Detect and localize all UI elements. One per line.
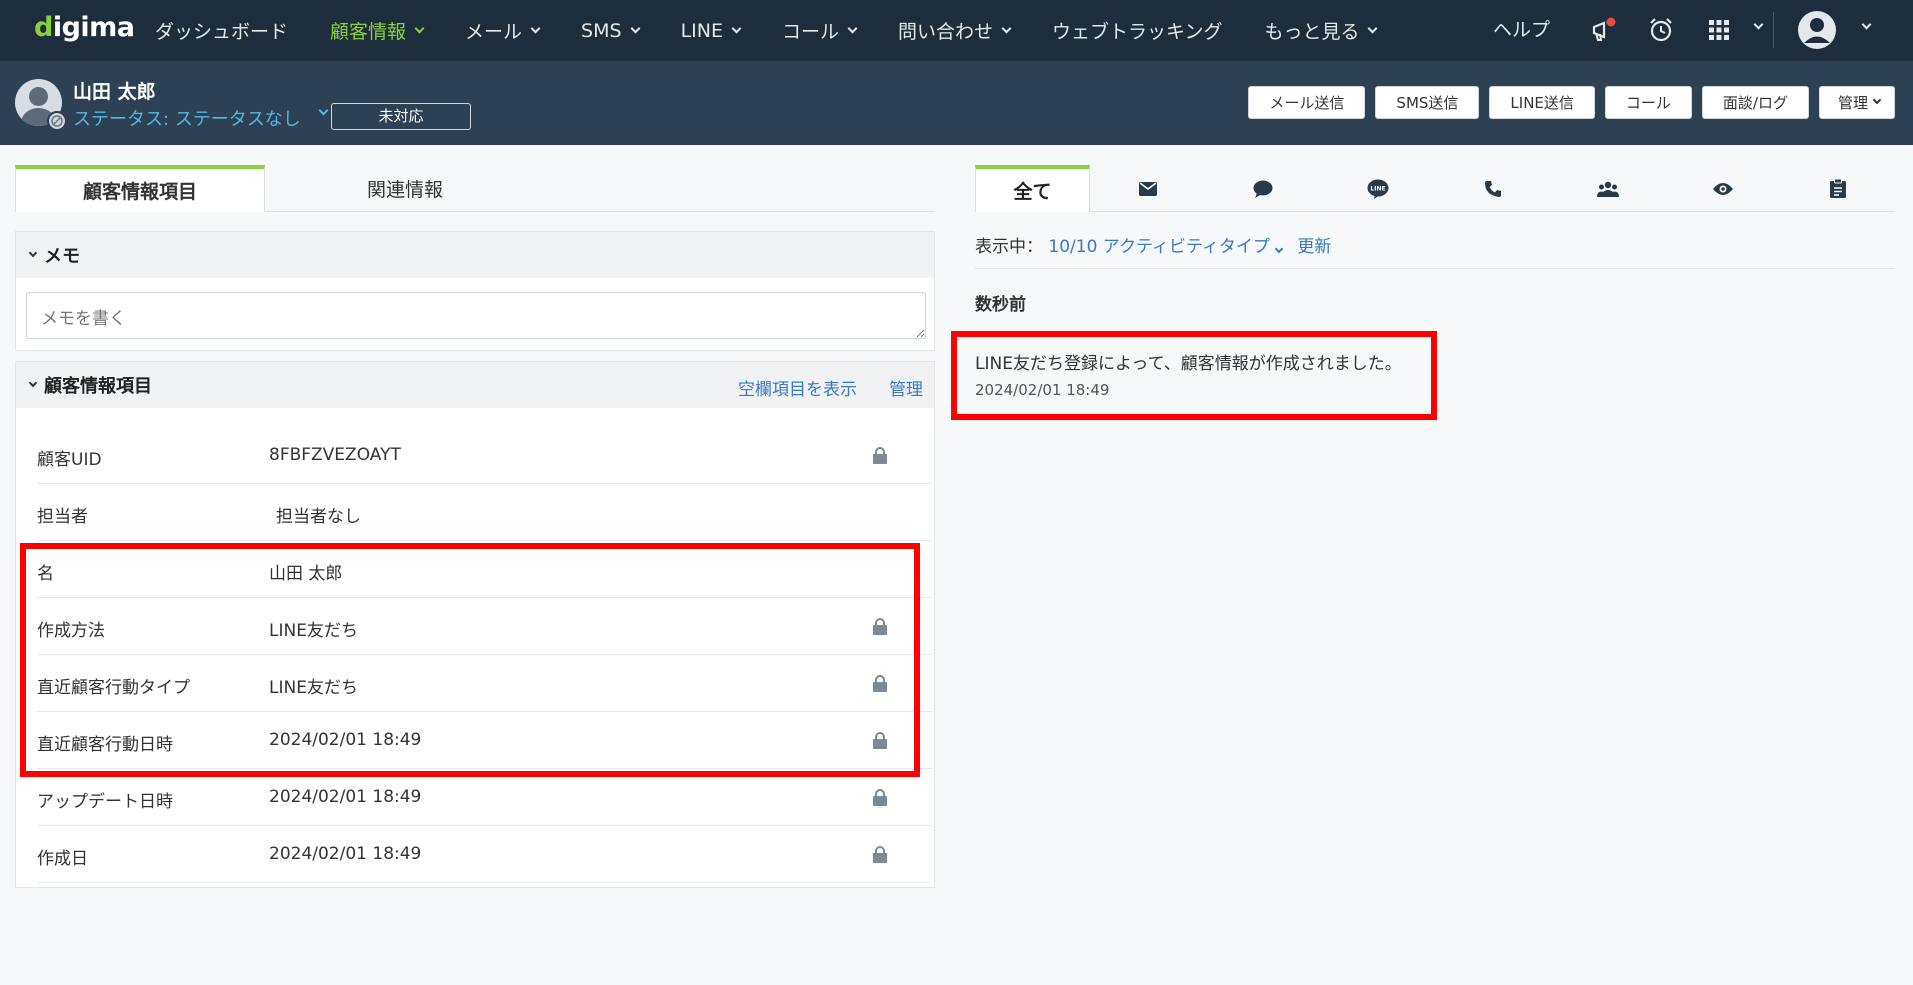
- chevron-down-icon: [847, 23, 858, 33]
- alarm-clock-icon[interactable]: [1645, 14, 1677, 46]
- send-mail-button[interactable]: メール送信: [1248, 86, 1366, 119]
- megaphone-icon[interactable]: [1588, 14, 1620, 46]
- response-status-badge[interactable]: 未対応: [331, 103, 471, 130]
- lock-icon: [873, 789, 887, 806]
- chevron-down-icon: [1872, 95, 1882, 105]
- nav-line[interactable]: LINE: [681, 20, 742, 42]
- chevron-down-icon[interactable]: [318, 105, 329, 116]
- lock-icon: [873, 846, 887, 863]
- call-button[interactable]: コール: [1604, 86, 1692, 119]
- customer-header: 山田 太郎 ステータス: ステータスなし 未対応 メール送信 SMS送信 LIN…: [0, 61, 1913, 145]
- group-icon[interactable]: [1550, 165, 1665, 212]
- chevron-down-icon[interactable]: [1861, 19, 1872, 30]
- nav-dashboard[interactable]: ダッシュボード: [155, 17, 288, 44]
- nav-call[interactable]: コール: [782, 17, 858, 44]
- nav-web-tracking[interactable]: ウェブトラッキング: [1052, 17, 1222, 44]
- left-tabs: 顧客情報項目 関連情報: [15, 165, 935, 212]
- apps-grid-icon[interactable]: [1703, 14, 1735, 46]
- highlight-box-activity: [951, 331, 1437, 420]
- user-avatar-icon[interactable]: [1795, 8, 1839, 52]
- lock-icon: [873, 447, 887, 464]
- clipboard-icon[interactable]: [1780, 165, 1895, 212]
- activity-filter: 表示中： 10/10 アクティビティタイプ 更新: [975, 237, 1332, 257]
- divider: [975, 268, 1895, 269]
- nav-more[interactable]: もっと見る: [1264, 17, 1378, 44]
- phone-icon[interactable]: [1435, 165, 1550, 212]
- chevron-down-icon: [1274, 244, 1284, 254]
- line-icon[interactable]: LINE: [1320, 165, 1435, 212]
- tab-all-activities[interactable]: 全て: [975, 165, 1090, 212]
- tab-customer-fields[interactable]: 顧客情報項目: [15, 165, 265, 212]
- mail-icon[interactable]: [1090, 165, 1205, 212]
- nav-mail[interactable]: メール: [465, 17, 541, 44]
- customer-actions: メール送信 SMS送信 LINE送信 コール 面談/ログ 管理: [1238, 86, 1895, 119]
- chevron-down-icon: [530, 23, 541, 33]
- help-link[interactable]: ヘルプ: [1493, 15, 1550, 42]
- highlight-box-fields: [20, 543, 920, 777]
- field-row-updated-at: アップデート日時 2024/02/01 18:49: [37, 769, 932, 826]
- nav-customer-info[interactable]: 顧客情報: [330, 17, 425, 44]
- chevron-down-icon: [630, 23, 641, 33]
- memo-header[interactable]: メモ: [16, 232, 934, 278]
- manage-fields-link[interactable]: 管理: [889, 375, 923, 400]
- send-sms-button[interactable]: SMS送信: [1375, 86, 1480, 119]
- meeting-log-button[interactable]: 面談/ログ: [1701, 86, 1809, 119]
- chevron-down-icon: [414, 23, 425, 33]
- chevron-down-icon: [1001, 23, 1012, 33]
- field-row-customer-uid: 顧客UID 8FBFZVEZOAYT: [37, 427, 932, 484]
- activity-entry-time: 2024/02/01 18:49: [975, 381, 1110, 399]
- field-row-created-at: 作成日 2024/02/01 18:49: [37, 826, 932, 883]
- chevron-down-icon[interactable]: [1753, 19, 1764, 30]
- nav-menu: ダッシュボード 顧客情報 メール SMS LINE コール 問い合わせ ウェブト…: [155, 0, 1418, 61]
- field-row-assignee[interactable]: 担当者 担当者なし: [37, 484, 932, 541]
- customer-status-dropdown[interactable]: ステータス: ステータスなし: [73, 105, 301, 131]
- chevron-down-icon: [731, 23, 742, 33]
- digima-logo[interactable]: digima: [34, 12, 135, 43]
- activity-tabs: 全て LINE: [975, 165, 1895, 212]
- chevron-down-icon: [28, 378, 38, 388]
- refresh-link[interactable]: 更新: [1297, 237, 1331, 257]
- chat-bubble-icon[interactable]: [1205, 165, 1320, 212]
- eye-icon[interactable]: [1665, 165, 1780, 212]
- manage-dropdown-button[interactable]: 管理: [1818, 86, 1895, 119]
- nav-inquiry[interactable]: 問い合わせ: [898, 17, 1012, 44]
- chevron-down-icon: [28, 248, 38, 258]
- svg-text:LINE: LINE: [1370, 185, 1385, 192]
- status-none-icon: [47, 111, 67, 131]
- tab-related-info[interactable]: 関連情報: [280, 165, 530, 212]
- nav-right: ヘルプ: [1463, 0, 1913, 61]
- memo-card: メモ: [15, 231, 935, 351]
- send-line-button[interactable]: LINE送信: [1489, 86, 1595, 119]
- activity-type-dropdown[interactable]: 10/10 アクティビティタイプ: [1048, 237, 1284, 257]
- nav-sms[interactable]: SMS: [581, 20, 641, 42]
- activity-entry-text: LINE友だち登録によって、顧客情報が作成されました。: [975, 354, 1402, 374]
- top-nav: digima ダッシュボード 顧客情報 メール SMS LINE コール 問い合…: [0, 0, 1913, 61]
- memo-input[interactable]: [26, 292, 926, 339]
- customer-name: 山田 太郎: [73, 81, 156, 103]
- timeline-group-label: 数秒前: [975, 295, 1026, 315]
- show-empty-fields-link[interactable]: 空欄項目を表示: [738, 375, 857, 400]
- chevron-down-icon: [1368, 23, 1378, 33]
- nav-divider: [1773, 12, 1774, 48]
